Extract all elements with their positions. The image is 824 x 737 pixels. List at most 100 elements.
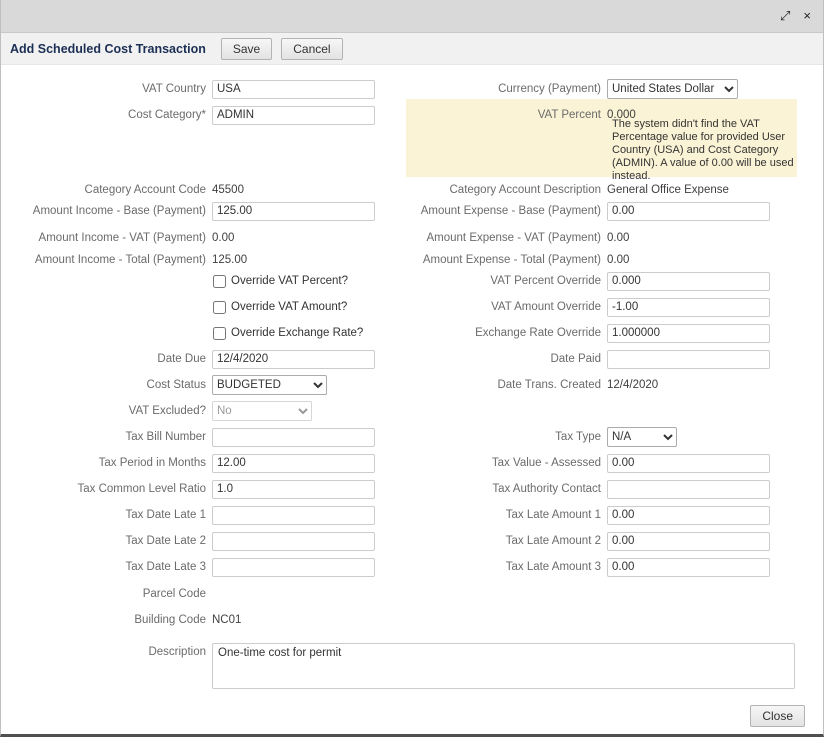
close-icon[interactable]: × bbox=[803, 8, 811, 24]
field-label: VAT Percent bbox=[401, 109, 601, 121]
tax-authority-contact-input[interactable] bbox=[607, 480, 770, 499]
date-trans-created-value: 12/4/2020 bbox=[607, 379, 658, 391]
field-row: Amount Expense - VAT (Payment) 0.00 bbox=[401, 228, 803, 248]
tax-period-in-months-input[interactable] bbox=[212, 454, 375, 473]
vat-country-input[interactable] bbox=[212, 80, 375, 99]
field-label: Amount Expense - Total (Payment) bbox=[401, 254, 601, 266]
field-label: Currency (Payment) bbox=[401, 83, 601, 95]
field-label: Date Paid bbox=[401, 353, 601, 365]
date-due-input[interactable] bbox=[212, 350, 375, 369]
checkbox-label: Override VAT Percent? bbox=[231, 275, 348, 287]
field-label: Building Code bbox=[1, 614, 206, 626]
tax-date-late-3-input[interactable] bbox=[212, 558, 375, 577]
dialog-header: Add Scheduled Cost Transaction Save Canc… bbox=[1, 33, 823, 65]
field-label: Amount Expense - VAT (Payment) bbox=[401, 232, 601, 244]
field-label: Parcel Code bbox=[1, 588, 206, 600]
tax-late-amount-1-input[interactable] bbox=[607, 506, 770, 525]
tax-date-late-1-input[interactable] bbox=[212, 506, 375, 525]
field-row: Currency (Payment) United States Dollar bbox=[401, 79, 803, 99]
description-textarea[interactable]: One-time cost for permit bbox=[212, 643, 795, 689]
field-label: VAT Excluded? bbox=[1, 405, 206, 417]
field-label: Category Account Description bbox=[401, 184, 601, 196]
tax-common-level-ratio-input[interactable] bbox=[212, 480, 375, 499]
field-label: VAT Percent Override bbox=[401, 275, 601, 287]
override-exchange-rate-checkbox[interactable] bbox=[213, 327, 226, 340]
field-row: Tax Date Late 1 bbox=[1, 505, 393, 525]
tax-type-select[interactable]: N/A bbox=[607, 427, 677, 447]
building-code-value: NC01 bbox=[212, 614, 241, 626]
amount-income-vat-value: 0.00 bbox=[212, 232, 234, 244]
cost-category-input[interactable] bbox=[212, 106, 375, 125]
field-label: Tax Date Late 1 bbox=[1, 509, 206, 521]
field-row: Date Due bbox=[1, 349, 393, 369]
field-label: Amount Income - Base (Payment) bbox=[1, 205, 206, 217]
field-label: Tax Bill Number bbox=[1, 431, 206, 443]
tax-late-amount-3-input[interactable] bbox=[607, 558, 770, 577]
window-controls: ⤢ × bbox=[780, 8, 811, 24]
page-title: Add Scheduled Cost Transaction bbox=[10, 42, 206, 56]
field-label: Tax Date Late 2 bbox=[1, 535, 206, 547]
field-label: Tax Value - Assessed bbox=[401, 457, 601, 469]
field-row: Tax Late Amount 2 bbox=[401, 531, 803, 551]
tax-bill-number-input[interactable] bbox=[212, 428, 375, 447]
override-vat-percent-checkbox[interactable] bbox=[213, 275, 226, 288]
cancel-button[interactable]: Cancel bbox=[281, 38, 342, 60]
field-row: Date Paid bbox=[401, 349, 803, 369]
field-row: Cost Category* bbox=[1, 105, 393, 125]
field-label: Date Due bbox=[1, 353, 206, 365]
field-row: Amount Expense - Total (Payment) 0.00 bbox=[401, 250, 803, 270]
date-paid-input[interactable] bbox=[607, 350, 770, 369]
exchange-rate-override-input[interactable] bbox=[607, 324, 770, 343]
field-label: Tax Date Late 3 bbox=[1, 561, 206, 573]
vat-percent-override-input[interactable] bbox=[607, 272, 770, 291]
field-row: Override VAT Percent? bbox=[1, 271, 393, 291]
checkbox-label: Override Exchange Rate? bbox=[231, 327, 363, 339]
field-label: Tax Period in Months bbox=[1, 457, 206, 469]
currency-payment-select[interactable]: United States Dollar bbox=[607, 79, 738, 99]
field-row: VAT Amount Override bbox=[401, 297, 803, 317]
field-row: Amount Expense - Base (Payment) bbox=[401, 201, 803, 221]
tax-value-assessed-input[interactable] bbox=[607, 454, 770, 473]
field-label: Tax Type bbox=[401, 431, 601, 443]
field-row: VAT Country bbox=[1, 79, 393, 99]
field-row: Parcel Code bbox=[1, 584, 393, 604]
field-row: Tax Authority Contact bbox=[401, 479, 803, 499]
tax-late-amount-2-input[interactable] bbox=[607, 532, 770, 551]
category-account-description-value: General Office Expense bbox=[607, 184, 729, 196]
field-label: Exchange Rate Override bbox=[401, 327, 601, 339]
amount-expense-vat-value: 0.00 bbox=[607, 232, 629, 244]
field-label: Category Account Code bbox=[1, 184, 206, 196]
field-row: Amount Income - Total (Payment) 125.00 bbox=[1, 250, 393, 270]
field-row: Tax Common Level Ratio bbox=[1, 479, 393, 499]
expand-icon[interactable]: ⤢ bbox=[780, 8, 790, 24]
override-vat-amount-checkbox[interactable] bbox=[213, 301, 226, 314]
close-button[interactable]: Close bbox=[750, 705, 805, 727]
form-body: VAT Country Cost Category* Category Acco… bbox=[1, 65, 823, 734]
field-row: Tax Type N/A bbox=[401, 427, 803, 447]
field-label: Cost Status bbox=[1, 379, 206, 391]
field-row: Tax Date Late 2 bbox=[1, 531, 393, 551]
field-row: Override Exchange Rate? bbox=[1, 323, 393, 343]
checkbox-label: Override VAT Amount? bbox=[231, 301, 347, 313]
cost-status-select[interactable]: BUDGETED bbox=[212, 375, 327, 395]
field-row: Override VAT Amount? bbox=[1, 297, 393, 317]
save-button[interactable]: Save bbox=[221, 38, 272, 60]
field-row: Category Account Code 45500 bbox=[1, 180, 393, 200]
field-label: Amount Income - VAT (Payment) bbox=[1, 232, 206, 244]
field-row: Tax Date Late 3 bbox=[1, 557, 393, 577]
field-row: Tax Value - Assessed bbox=[401, 453, 803, 473]
amount-expense-total-value: 0.00 bbox=[607, 254, 629, 266]
field-label: VAT Amount Override bbox=[401, 301, 601, 313]
tax-date-late-2-input[interactable] bbox=[212, 532, 375, 551]
field-label: Tax Late Amount 3 bbox=[401, 561, 601, 573]
field-row: Category Account Description General Off… bbox=[401, 180, 803, 200]
amount-expense-base-input[interactable] bbox=[607, 202, 770, 221]
vat-excluded-select: No bbox=[212, 401, 312, 421]
category-account-code-value: 45500 bbox=[212, 184, 244, 196]
field-row: Exchange Rate Override bbox=[401, 323, 803, 343]
field-label: Amount Income - Total (Payment) bbox=[1, 254, 206, 266]
vat-amount-override-input[interactable] bbox=[607, 298, 770, 317]
field-label: Description bbox=[1, 643, 206, 658]
field-label: Date Trans. Created bbox=[401, 379, 601, 391]
amount-income-base-input[interactable] bbox=[212, 202, 375, 221]
